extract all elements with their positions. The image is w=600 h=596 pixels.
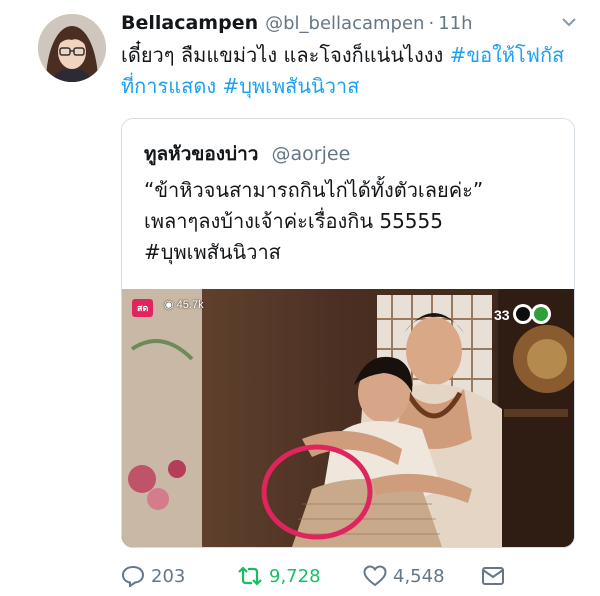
reply-count: 203 <box>151 565 186 587</box>
retweet-icon <box>238 566 262 586</box>
quoted-media-image[interactable]: สด ◉ 45.7k 33 <box>122 289 574 547</box>
user-handle[interactable]: @bl_bellacampen <box>265 13 424 34</box>
separator-dot: · <box>428 13 435 34</box>
channel-number: 33 <box>494 307 510 323</box>
display-name[interactable]: Bellacampen <box>121 12 258 34</box>
avatar-image <box>38 14 106 82</box>
like-count: 4,548 <box>393 565 445 587</box>
quoted-tweet[interactable]: ทูลหัวของบ่าว @aorjee “ข้าหิวจนสามารถกิน… <box>121 118 575 548</box>
tweet-body: เดี๋ยวๆ ลืมแขม่วไง และโจงก็แน่นไงงง <box>121 43 450 67</box>
quoted-user-handle: @aorjee <box>271 143 351 165</box>
quoted-tweet-header: ทูลหัวของบ่าว @aorjee <box>144 139 350 169</box>
eye-icon: ◉ <box>164 299 174 311</box>
quoted-text-line: “ข้าหิวจนสามารถกินไก่ได้ทั้งตัวเลยค่ะ” <box>144 178 484 202</box>
reply-button[interactable]: 203 <box>121 562 185 590</box>
tweet-text: เดี๋ยวๆ ลืมแขม่วไง และโจงก็แน่นไงงง #ขอใ… <box>121 40 571 102</box>
hashtag-link[interactable]: #บุพเพสันนิวาส <box>222 74 359 98</box>
timestamp[interactable]: 11h <box>438 13 472 34</box>
view-count-value: 45.7k <box>176 299 204 311</box>
quoted-text-line: เพลาๆลงบ้างเจ้าค่ะเรื่องกิน 55555 <box>144 209 443 233</box>
envelope-icon <box>482 567 504 585</box>
view-count: ◉ 45.7k <box>164 298 204 311</box>
quoted-hashtag: #บุพเพสันนิวาส <box>144 240 281 264</box>
tweet-actions: 203 9,728 4,548 <box>121 562 581 590</box>
chevron-down-icon[interactable] <box>561 16 577 28</box>
avatar[interactable] <box>38 14 106 82</box>
quoted-tweet-text: “ข้าหิวจนสามารถกินไก่ได้ทั้งตัวเลยค่ะ” เ… <box>144 175 564 268</box>
direct-message-button[interactable] <box>481 562 505 590</box>
live-badge: สด <box>132 299 154 317</box>
like-button[interactable]: 4,548 <box>363 562 445 590</box>
channel-logo-icon: 33 <box>494 304 551 324</box>
retweet-button[interactable]: 9,728 <box>237 562 321 590</box>
tweet-header: Bellacampen @bl_bellacampen · 11h <box>121 12 591 38</box>
heart-icon <box>363 565 387 587</box>
quoted-display-name: ทูลหัวของบ่าว <box>144 143 259 165</box>
retweet-count: 9,728 <box>269 565 321 587</box>
reply-icon <box>121 565 145 587</box>
video-still <box>122 289 574 547</box>
